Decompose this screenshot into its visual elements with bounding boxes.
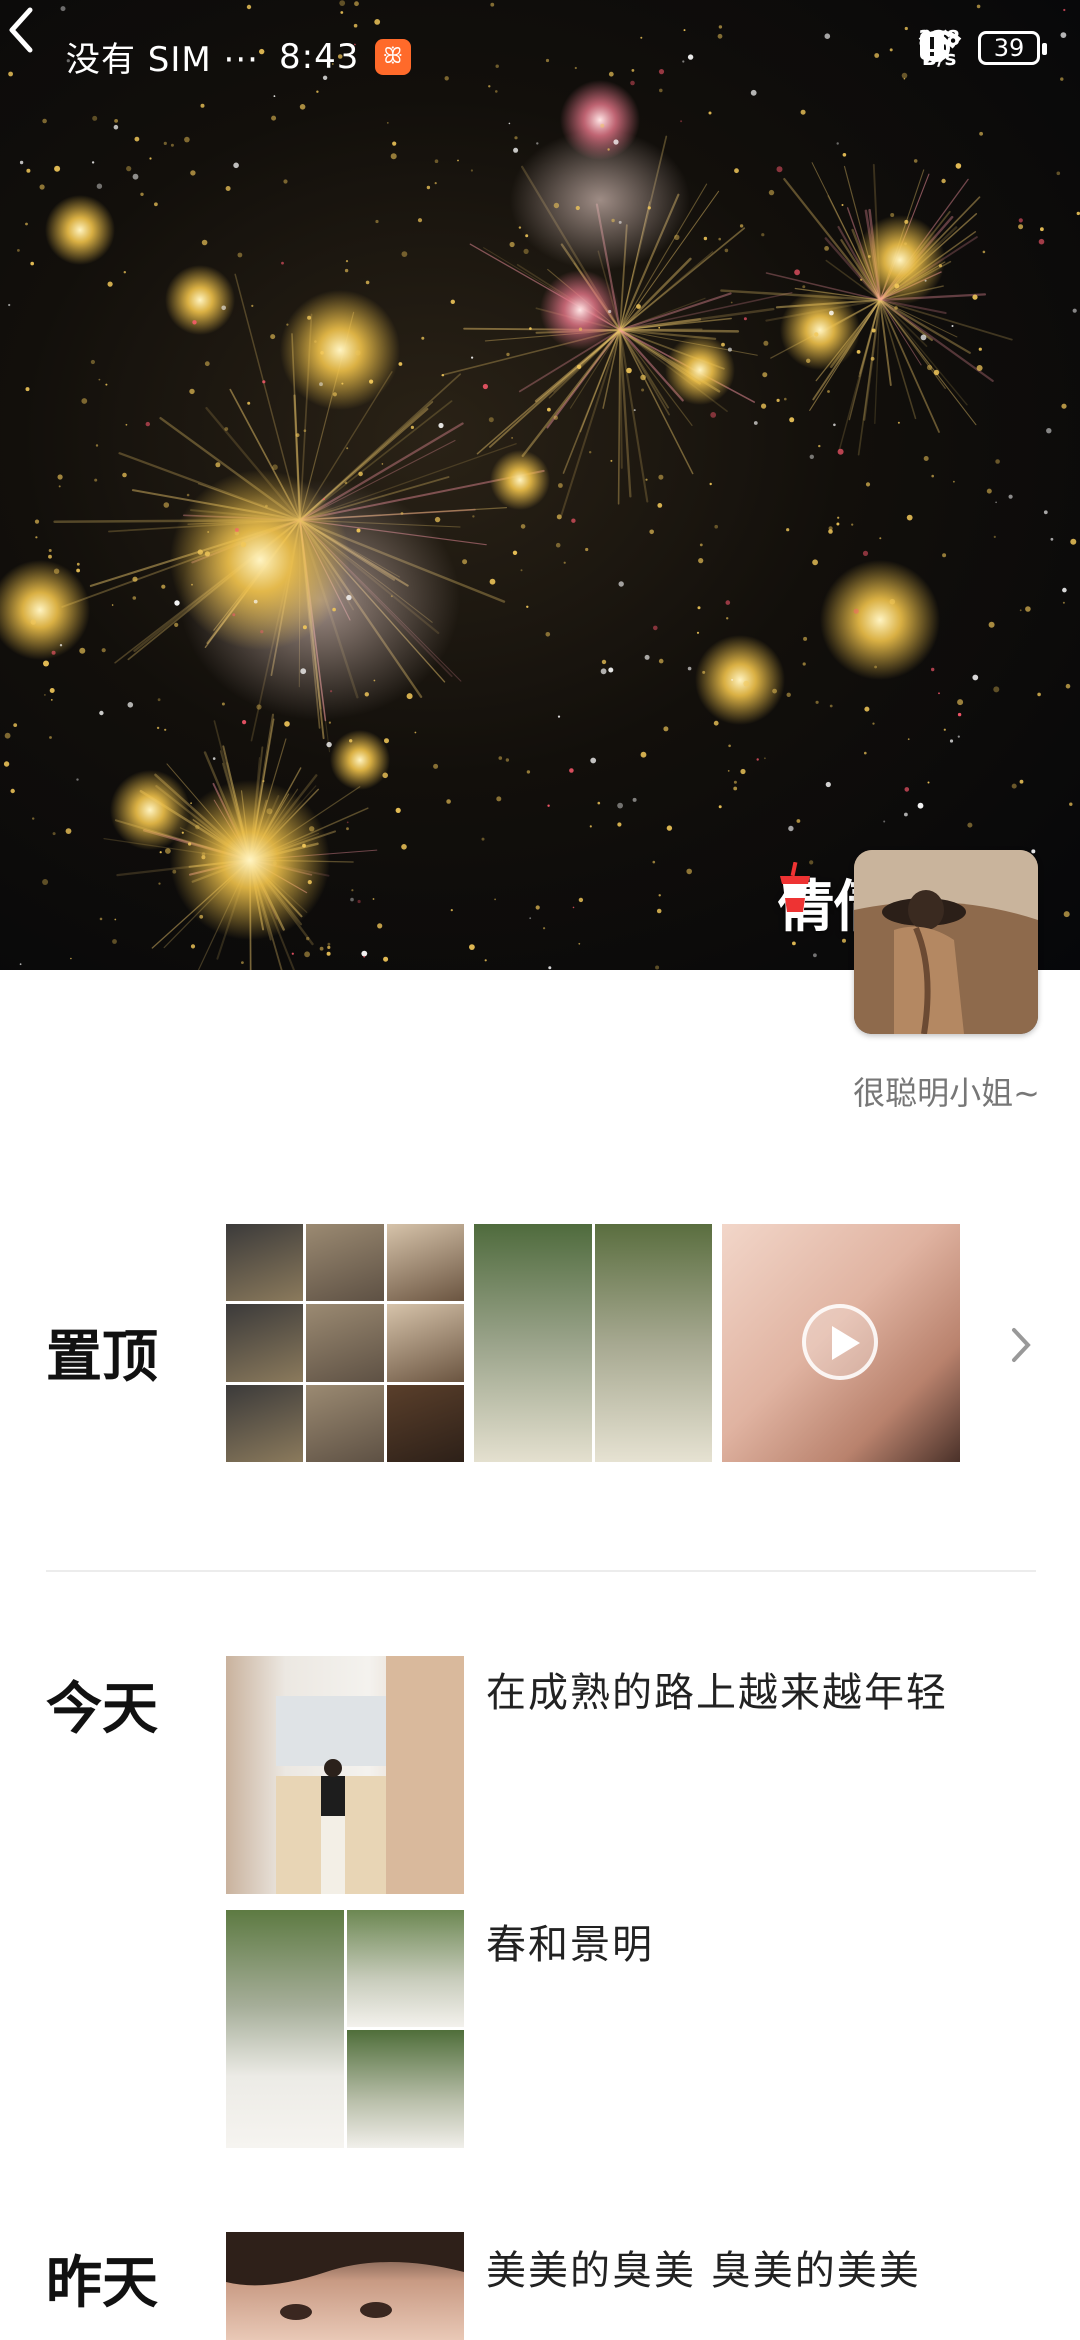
pinned-thumb-video[interactable] (722, 1224, 960, 1462)
post-photo (276, 1656, 464, 1894)
photo-tile (347, 2030, 464, 2148)
today-post-2-text[interactable]: 春和景明 (486, 1912, 654, 1970)
play-icon (802, 1304, 878, 1380)
pinned-thumb-photo-grid[interactable] (226, 1224, 464, 1462)
section-label-today: 今天 (46, 1677, 158, 1742)
photo-tile (594, 1224, 712, 1462)
post-photo (226, 2232, 464, 2320)
today-post-1-text[interactable]: 在成熟的路上越来越年轻 (486, 1660, 948, 1718)
photo-tile (386, 1224, 464, 1302)
pinned-thumb-photo-pair[interactable] (474, 1224, 712, 1462)
back-arrow-icon[interactable] (0, 0, 44, 60)
profile-signature: 很聪明小姐~ (853, 1074, 1040, 1112)
photo-tile (226, 1224, 304, 1302)
avatar[interactable] (854, 850, 1038, 1034)
photo-tile (347, 1910, 464, 2027)
photo-tile (226, 1910, 344, 2148)
chevron-right-icon[interactable] (1006, 1322, 1036, 1368)
avatar-photo (854, 850, 1038, 1034)
battery-indicator: 39 (978, 31, 1047, 65)
app-notification-icon: ꕥ (375, 38, 412, 75)
section-label-yesterday: 昨天 (46, 2251, 158, 2316)
yesterday-post-1-text[interactable]: 美美的臭美 臭美的美美 (486, 2238, 921, 2296)
cover-image[interactable]: 没有 SIM ··· 8:43 ꕥ 328 B/s (0, 0, 1080, 970)
section-divider (46, 1570, 1036, 1572)
alert-icon (920, 32, 945, 60)
photo-tile (386, 1384, 464, 1462)
status-bar: 没有 SIM ··· 8:43 ꕥ 328 B/s (0, 0, 1080, 110)
status-right: 328 B/s 39 (918, 28, 1047, 68)
clock: 8:43 (278, 36, 360, 77)
photo-tile (386, 1304, 464, 1382)
carrier-text: 没有 SIM ··· (66, 40, 259, 80)
status-left: 没有 SIM ··· 8:43 ꕥ (66, 32, 412, 81)
today-post-2-thumb-grid[interactable] (226, 1910, 464, 2148)
section-label-pinned: 置顶 (46, 1325, 158, 1390)
photo-tile (226, 1384, 304, 1462)
battery-level: 39 (993, 34, 1025, 62)
photo-tile (306, 1224, 384, 1302)
today-post-1-thumb[interactable] (226, 1656, 464, 1894)
photo-tile (306, 1304, 384, 1382)
photo-tile (226, 1304, 304, 1382)
photo-tile (474, 1224, 592, 1462)
yesterday-post-1-thumb[interactable] (226, 2232, 464, 2340)
drink-cup-icon (780, 862, 810, 918)
fireworks-graphic (0, 0, 1080, 970)
photo-tile (306, 1384, 384, 1462)
